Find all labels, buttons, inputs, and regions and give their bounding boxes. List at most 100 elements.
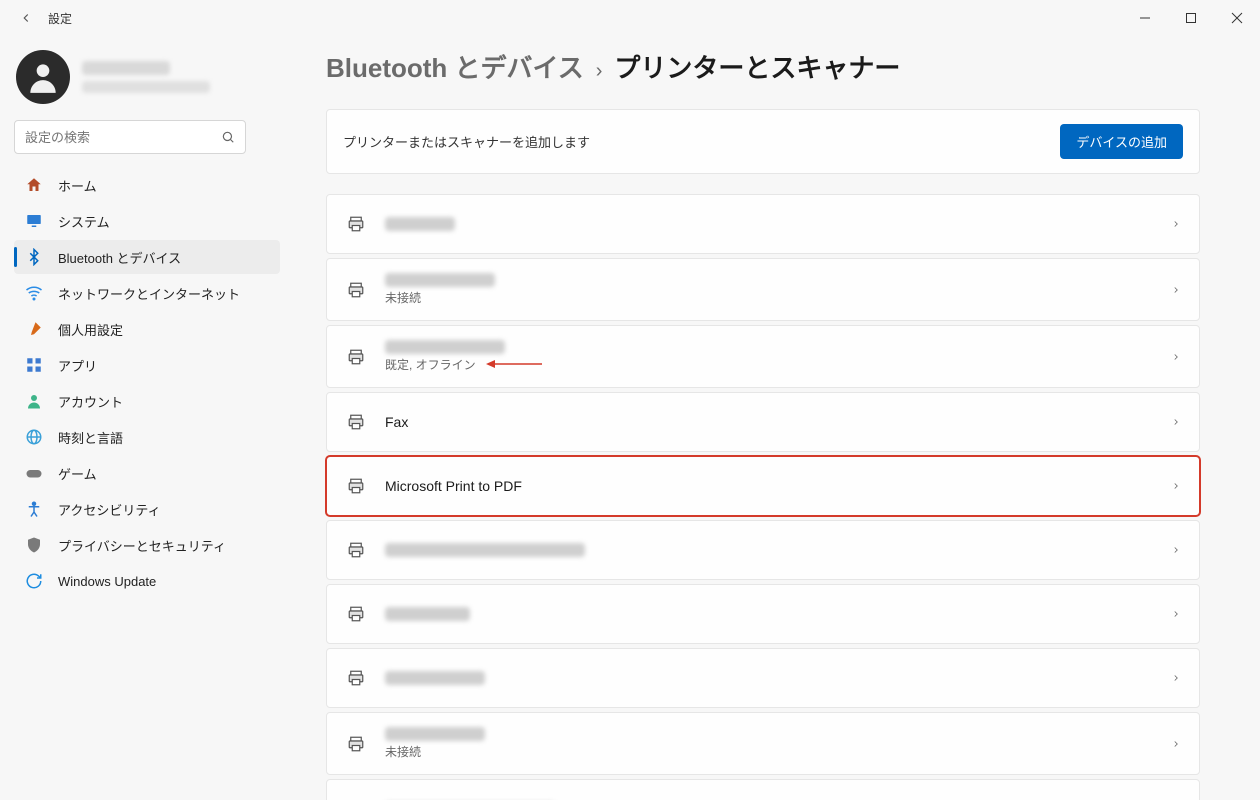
nav-gaming[interactable]: ゲーム [14,456,280,490]
printer-icon [345,348,367,366]
printer-list: 未接続既定, オフラインFaxMicrosoft Print to PDF未接続 [326,194,1200,800]
breadcrumb-parent[interactable]: Bluetooth とデバイス [326,48,584,85]
accessibility-icon [24,499,44,519]
chevron-right-icon [1171,216,1181,232]
chevron-right-icon [1171,282,1181,298]
printer-icon [345,541,367,559]
profile-name-redacted [82,61,170,75]
nav-windows-update[interactable]: Windows Update [14,564,280,598]
minimize-button[interactable] [1122,0,1168,36]
paintbrush-icon [24,319,44,339]
add-printer-label: プリンターまたはスキャナーを追加します [343,132,590,151]
printer-icon [345,669,367,687]
nav-label: システム [58,212,110,231]
printer-status: 未接続 [385,743,485,760]
wifi-icon [24,283,44,303]
search-input[interactable] [15,130,211,145]
nav-label: アカウント [58,392,123,411]
bluetooth-icon [24,247,44,267]
printer-row[interactable] [326,648,1200,708]
nav-label: ホーム [58,176,97,195]
printer-row[interactable] [326,584,1200,644]
system-icon [24,211,44,231]
printer-name: Fax [385,414,408,430]
printer-row[interactable]: 未接続 [326,712,1200,775]
printer-name [385,340,505,354]
printer-name [385,727,485,741]
window-title: 設定 [48,10,72,27]
nav-label: Windows Update [58,574,156,589]
printer-name [385,273,495,287]
sidebar: ホーム システム Bluetooth とデバイス ネットワークとインターネット [0,36,300,800]
printer-status: 未接続 [385,289,495,306]
maximize-button[interactable] [1168,0,1214,36]
chevron-right-icon [1171,606,1181,622]
breadcrumb-current: プリンターとスキャナー [614,48,900,85]
nav-label: アプリ [58,356,97,375]
avatar [16,50,70,104]
breadcrumb: Bluetooth とデバイス › プリンターとスキャナー [326,48,1200,85]
printer-name [385,671,485,685]
annotation-arrow [486,359,542,369]
nav-apps[interactable]: アプリ [14,348,280,382]
printer-name [385,217,455,231]
printer-row[interactable]: 既定, オフライン [326,325,1200,388]
nav-label: ネットワークとインターネット [58,284,240,303]
nav-system[interactable]: システム [14,204,280,238]
profile-block[interactable] [14,46,280,120]
nav-accessibility[interactable]: アクセシビリティ [14,492,280,526]
printer-icon [345,477,367,495]
nav-label: 個人用設定 [58,320,123,339]
nav-bluetooth[interactable]: Bluetooth とデバイス [14,240,280,274]
nav: ホーム システム Bluetooth とデバイス ネットワークとインターネット [14,168,280,598]
shield-icon [24,535,44,555]
printer-icon [345,735,367,753]
gamepad-icon [24,463,44,483]
nav-label: ゲーム [58,464,97,483]
main-content: Bluetooth とデバイス › プリンターとスキャナー プリンターまたはスキ… [300,36,1260,800]
chevron-right-icon [1171,478,1181,494]
printer-row[interactable] [326,520,1200,580]
chevron-right-icon [1171,349,1181,365]
close-button[interactable] [1214,0,1260,36]
chevron-right-icon [1171,542,1181,558]
nav-personalization[interactable]: 個人用設定 [14,312,280,346]
profile-email-redacted [82,81,210,93]
nav-time-language[interactable]: 時刻と言語 [14,420,280,454]
nav-privacy[interactable]: プライバシーとセキュリティ [14,528,280,562]
printer-status: 既定, オフライン [385,356,542,373]
nav-label: 時刻と言語 [58,428,123,447]
home-icon [24,175,44,195]
back-button[interactable] [10,2,42,34]
printer-row[interactable]: Microsoft Print to PDF [326,456,1200,516]
chevron-right-icon [1171,670,1181,686]
nav-accounts[interactable]: アカウント [14,384,280,418]
search-icon [211,130,245,144]
printer-name [385,543,585,557]
printer-row[interactable] [326,194,1200,254]
printer-row[interactable] [326,779,1200,800]
printer-icon [345,605,367,623]
printer-row[interactable]: 未接続 [326,258,1200,321]
chevron-right-icon: › [596,60,603,83]
titlebar: 設定 [0,0,1260,36]
chevron-right-icon [1171,414,1181,430]
printer-name [385,607,470,621]
nav-home[interactable]: ホーム [14,168,280,202]
nav-network[interactable]: ネットワークとインターネット [14,276,280,310]
globe-icon [24,427,44,447]
printer-icon [345,281,367,299]
printer-row[interactable]: Fax [326,392,1200,452]
person-icon [24,391,44,411]
update-icon [24,571,44,591]
search-box[interactable] [14,120,246,154]
chevron-right-icon [1171,736,1181,752]
nav-label: アクセシビリティ [58,500,161,519]
apps-icon [24,355,44,375]
add-printer-row: プリンターまたはスキャナーを追加します デバイスの追加 [326,109,1200,174]
printer-icon [345,413,367,431]
add-device-button[interactable]: デバイスの追加 [1060,124,1183,159]
nav-label: Bluetooth とデバイス [58,248,181,267]
nav-label: プライバシーとセキュリティ [58,536,226,555]
printer-icon [345,215,367,233]
